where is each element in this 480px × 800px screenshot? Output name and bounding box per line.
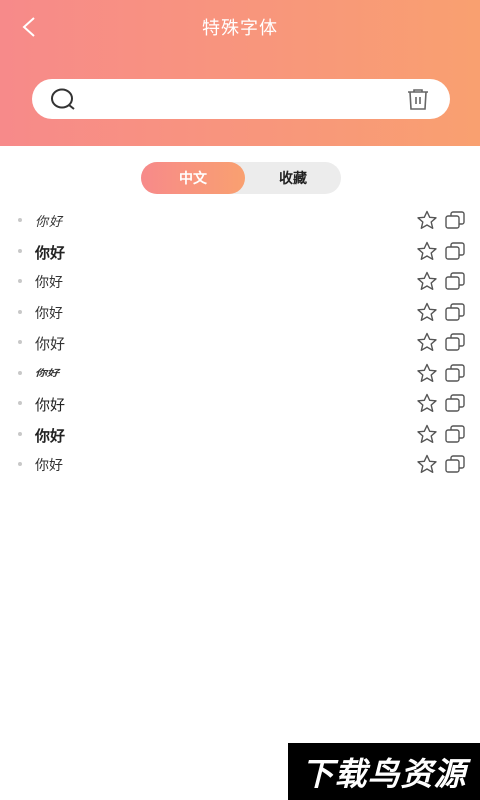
- copy-icon[interactable]: [444, 302, 466, 322]
- star-outline-icon[interactable]: [416, 302, 438, 322]
- star-outline-icon[interactable]: [416, 363, 438, 383]
- list-item[interactable]: 你好: [0, 327, 480, 358]
- sample-text: 你好: [35, 306, 63, 322]
- star-outline-icon[interactable]: [416, 271, 438, 291]
- star-outline-icon[interactable]: [416, 332, 438, 352]
- list-item[interactable]: 你好: [0, 205, 480, 236]
- tab-bar: 中文 收藏: [141, 162, 341, 194]
- list-item[interactable]: 你好: [0, 449, 480, 480]
- watermark-text: 下载鸟资源: [301, 754, 467, 793]
- bullet-dot: [18, 279, 22, 283]
- page-title: 特殊字体: [202, 18, 278, 39]
- bullet-dot: [18, 431, 22, 436]
- bullet-dot: [18, 218, 22, 222]
- bullet-dot: [18, 462, 22, 466]
- watermark: 下载鸟资源: [288, 743, 480, 800]
- bullet-dot: [18, 370, 22, 375]
- copy-icon[interactable]: [444, 454, 466, 474]
- star-outline-icon[interactable]: [416, 393, 438, 413]
- bullet-dot: [18, 401, 22, 405]
- sample-text: 你好: [35, 243, 66, 262]
- copy-icon[interactable]: [444, 363, 466, 383]
- sample-text: 你好: [35, 367, 60, 378]
- sample-text: 你好: [35, 396, 66, 414]
- bullet-dot: [18, 309, 22, 314]
- sample-text: 你好: [35, 336, 66, 353]
- list-item[interactable]: 你好: [0, 266, 480, 297]
- sample-text: 你好: [35, 426, 66, 445]
- list-item[interactable]: 你好: [0, 236, 480, 267]
- copy-icon[interactable]: [444, 271, 466, 291]
- tab-chinese[interactable]: 中文: [141, 162, 245, 194]
- header: 特殊字体: [0, 0, 480, 146]
- copy-icon[interactable]: [444, 393, 466, 413]
- copy-icon[interactable]: [444, 424, 466, 444]
- list-item[interactable]: 你好: [0, 419, 480, 450]
- star-outline-icon[interactable]: [416, 210, 438, 230]
- list-item[interactable]: 你好: [0, 388, 480, 419]
- list-item[interactable]: 你好: [0, 297, 480, 328]
- bullet-dot: [18, 340, 22, 344]
- copy-icon[interactable]: [444, 210, 466, 230]
- font-list: 你好 你好 你好 你好 你好 你好 你好 你好 你好: [0, 205, 480, 480]
- star-outline-icon[interactable]: [416, 424, 438, 444]
- star-outline-icon[interactable]: [416, 241, 438, 261]
- star-outline-icon[interactable]: [416, 454, 438, 474]
- search-bar: [32, 79, 450, 119]
- bullet-dot: [18, 248, 22, 253]
- sample-text: 你好: [35, 276, 63, 292]
- list-item[interactable]: 你好: [0, 358, 480, 389]
- search-input[interactable]: [84, 85, 384, 113]
- copy-icon[interactable]: [444, 332, 466, 352]
- sample-text: 你好: [35, 457, 63, 473]
- trash-icon[interactable]: [406, 87, 430, 111]
- search-icon: [51, 88, 75, 110]
- sample-text: 你好: [35, 215, 64, 230]
- tab-favorites[interactable]: 收藏: [245, 162, 341, 194]
- copy-icon[interactable]: [444, 241, 466, 261]
